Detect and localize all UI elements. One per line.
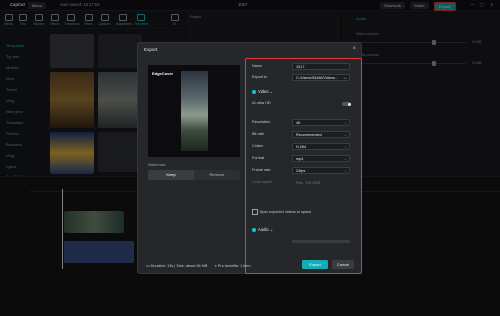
name-input[interactable]: 1017 — [292, 63, 350, 70]
duration-size-text: Duration: 13s | Size: about 66 MB — [150, 264, 208, 268]
preview-frame — [181, 71, 208, 151]
watermark-keep-button[interactable]: Keep — [148, 170, 194, 180]
framerate-select[interactable]: 24fps ⌄ — [292, 167, 350, 174]
export-path-field[interactable]: C:/Users/93446/Videos... ▭ — [292, 74, 350, 81]
export-settings-form: Name 1017 Export to C:/Users/93446/Video… — [245, 58, 362, 274]
color-space-value: Rec. 709 SDR — [296, 181, 321, 185]
export-to-label: Export to — [252, 75, 268, 79]
export-preview: EdgeCover — [148, 65, 240, 157]
name-label: Name — [252, 64, 263, 68]
sync-checkbox[interactable] — [252, 209, 258, 215]
export-summary: ▭ Duration: 13s | Size: about 66 MB ● Pr… — [146, 263, 251, 268]
framerate-label: Frame rate — [252, 168, 271, 172]
bitrate-select[interactable]: Recommended ⌄ — [292, 131, 350, 138]
codec-label: Codec — [252, 144, 263, 148]
pro-icon: ● — [214, 264, 217, 268]
ai-ultra-hd-toggle[interactable] — [342, 102, 351, 106]
close-icon[interactable]: × — [352, 46, 356, 52]
codec-select[interactable]: H.264 ⌄ — [292, 143, 350, 150]
chevron-down-icon: ⌄ — [343, 169, 347, 173]
audio-format-field[interactable] — [292, 240, 350, 243]
dialog-title: Export — [144, 47, 158, 52]
chevron-down-icon: ⌄ — [343, 157, 347, 161]
video-section-header[interactable]: Video ⌄ — [252, 89, 273, 94]
resolution-label: Resolution — [252, 120, 270, 124]
pro-benefits-link[interactable]: Pro benefits: 1 item — [218, 264, 251, 268]
ai-ultra-hd-label: AI ultra HD — [252, 101, 271, 105]
watermark-remove-button[interactable]: Remove — [194, 170, 240, 180]
format-label: Format — [252, 156, 265, 160]
video-enabled-checkbox[interactable] — [252, 89, 256, 94]
folder-icon[interactable]: ▭ — [344, 75, 347, 81]
bitrate-label: Bit rate — [252, 132, 265, 136]
chevron-down-icon: ⌄ — [343, 133, 347, 137]
export-button[interactable]: Export — [302, 260, 328, 269]
cancel-button[interactable]: Cancel — [332, 260, 354, 269]
audio-enabled-checkbox[interactable] — [252, 227, 256, 232]
sync-option[interactable]: Sync exported videos to space — [252, 209, 311, 215]
export-dialog: Export × EdgeCover Watermark Keep Remove… — [137, 42, 362, 274]
format-select[interactable]: mp4 ⌄ — [292, 155, 350, 162]
chevron-down-icon: ⌄ — [343, 121, 347, 125]
preview-logo: EdgeCover — [152, 71, 174, 76]
audio-section-header[interactable]: Audio ⌄ — [252, 227, 273, 232]
color-space-label: Color space — [252, 180, 273, 184]
watermark-label: Watermark — [148, 163, 166, 167]
resolution-select[interactable]: 4K ⌄ — [292, 119, 350, 126]
chevron-down-icon: ⌄ — [343, 145, 347, 149]
